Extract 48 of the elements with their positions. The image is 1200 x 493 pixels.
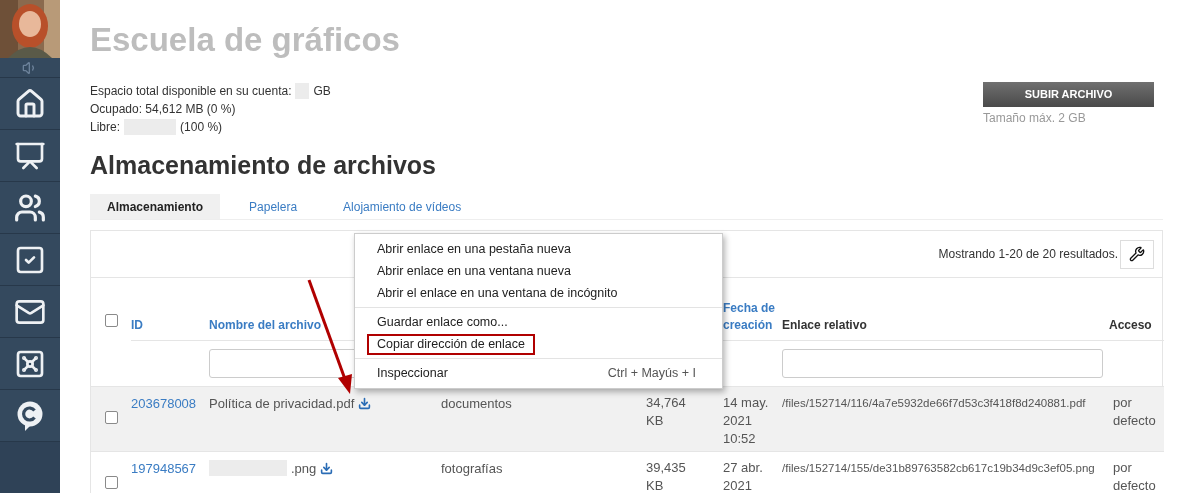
tab[interactable]: Alojamiento de vídeos <box>326 194 479 219</box>
storage-info-text: GB <box>313 83 331 100</box>
menu-item-label: Inspeccionar <box>377 364 448 382</box>
column-header: Enlace relativo <box>782 316 867 334</box>
menu-item-label: Copiar dirección de enlace <box>377 335 525 353</box>
storage-info-text: Ocupado: 54,612 MB (0 %) <box>90 101 236 118</box>
storage-info-text: Libre: <box>90 119 121 136</box>
access-level: por defecto <box>1113 393 1157 430</box>
section-heading: Almacenamiento de archivos <box>90 150 437 180</box>
menu-item-label: Guardar enlace como... <box>377 313 508 331</box>
menu-item-label: Abrir enlace en una ventana nueva <box>377 262 571 280</box>
page-title: Escuela de gráficos <box>90 20 401 60</box>
column-header[interactable]: ID <box>131 316 143 334</box>
creation-date: 2021 <box>723 476 753 493</box>
file-size: KB <box>646 476 665 493</box>
column-header[interactable]: Fecha de creación <box>723 299 776 334</box>
creation-date: 10:52 <box>723 429 757 448</box>
results-summary: Mostrando 1-20 de 20 resultados. <box>938 246 1118 263</box>
upload-button[interactable]: SUBIR ARCHIVO <box>983 82 1154 107</box>
file-name: .png <box>291 459 317 478</box>
file-name: Política de privacidad.pdf <box>209 394 355 413</box>
menu-item[interactable]: Inspeccionar Ctrl + Mayús + I <box>367 362 706 384</box>
column-header[interactable]: Nombre del archivo <box>209 316 322 334</box>
shortcut-text: Ctrl + Mayús + I <box>607 364 696 382</box>
column-header: Acceso <box>1109 316 1152 334</box>
file-size: 39,435 <box>646 458 687 477</box>
menu-item-label: Abrir el enlace en una ventana de incógnito <box>377 284 618 302</box>
file-id-link[interactable]: 203678008 <box>131 395 197 411</box>
tab[interactable]: Papelera <box>232 194 315 219</box>
access-level: por defecto <box>1113 458 1157 493</box>
creation-date: 14 may. <box>723 393 770 412</box>
file-size: KB <box>646 411 665 430</box>
folder-name: fotografías <box>441 460 503 476</box>
storage-info-text: (100 %) <box>180 119 223 136</box>
creation-date: 27 abr. <box>723 458 764 477</box>
folder-name: documentos <box>441 395 512 411</box>
menu-item-label: Abrir enlace en una pestaña nueva <box>377 240 571 258</box>
file-id-link[interactable]: 197948567 <box>131 460 197 476</box>
menu-item[interactable]: Abrir enlace en una ventana nueva <box>367 260 581 282</box>
tab[interactable]: Almacenamiento <box>90 194 221 219</box>
menu-item[interactable]: Copiar dirección de enlace <box>367 333 535 355</box>
storage-info-text: Espacio total disponible en su cuenta: <box>90 83 292 100</box>
menu-item[interactable]: Abrir enlace en una pestaña nueva <box>367 238 581 260</box>
size-limit-note: Tamaño máx. 2 GB <box>983 110 1087 127</box>
creation-date: 2021 <box>723 411 753 430</box>
menu-item[interactable]: Guardar enlace como... <box>367 311 518 333</box>
file-size: 34,764 <box>646 393 687 412</box>
menu-item[interactable]: Abrir el enlace en una ventana de incógnito <box>367 282 628 304</box>
